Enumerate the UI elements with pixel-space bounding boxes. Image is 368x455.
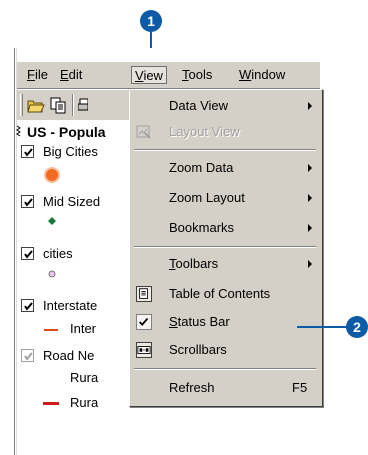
menu-item-label: Bookmarks bbox=[169, 220, 235, 235]
interstate-class-label: Inter bbox=[70, 319, 96, 339]
layer-name: Road Ne bbox=[43, 348, 95, 363]
submenu-arrow-icon bbox=[308, 164, 312, 172]
layer-visibility-checkbox[interactable] bbox=[21, 299, 34, 312]
layer-name: cities bbox=[43, 246, 73, 261]
menu-item-label: Status Bar bbox=[169, 310, 230, 334]
check-icon bbox=[24, 198, 33, 207]
open-folder-icon[interactable] bbox=[27, 96, 45, 114]
layer-interstate[interactable]: Interstate bbox=[43, 296, 97, 316]
menu-item-zoom-layout[interactable]: Zoom Layout bbox=[130, 186, 320, 210]
menu-file-mnemonic: F bbox=[27, 67, 35, 82]
layer-big-cities[interactable]: Big Cities bbox=[43, 142, 98, 162]
check-icon bbox=[24, 302, 33, 311]
menu-item-label: Toolbars bbox=[169, 252, 218, 276]
menu-view-label: iew bbox=[143, 68, 163, 83]
menu-item-toolbars[interactable]: Toolbars bbox=[130, 252, 320, 276]
layer-road-network[interactable]: Road Ne bbox=[43, 346, 94, 366]
menu-item-label-rest: tatus Bar bbox=[177, 314, 230, 329]
window-edge bbox=[14, 48, 15, 455]
layer-visibility-checkbox[interactable] bbox=[21, 145, 34, 158]
menu-edit-label: dit bbox=[68, 67, 83, 82]
print-icon[interactable] bbox=[78, 96, 88, 114]
submenu-arrow-icon bbox=[308, 260, 312, 268]
road-class-label: Rura bbox=[70, 368, 98, 388]
layer-mid-sized[interactable]: Mid Sized bbox=[43, 192, 100, 212]
check-icon bbox=[24, 250, 33, 259]
layer-visibility-checkbox[interactable] bbox=[21, 349, 34, 362]
menu-view[interactable]: View bbox=[131, 66, 167, 84]
layer-cities[interactable]: cities bbox=[43, 244, 73, 264]
menu-item-scrollbars[interactable]: Scrollbars bbox=[130, 338, 320, 362]
check-icon bbox=[24, 148, 33, 157]
menu-window[interactable]: Window bbox=[239, 66, 285, 84]
big-cities-symbol-icon bbox=[44, 167, 60, 183]
toolbar-separator bbox=[72, 94, 74, 116]
view-menu-dropdown: Data View Layout View Zoom Data Zoom Lay… bbox=[129, 89, 323, 407]
menu-item-label-rest: oolbars bbox=[175, 256, 219, 271]
class-label-text: Inter bbox=[70, 321, 97, 336]
layer-visibility-checkbox[interactable] bbox=[21, 195, 34, 208]
menu-edit[interactable]: Edit bbox=[60, 66, 82, 84]
menu-window-label: indow bbox=[251, 67, 286, 82]
mid-sized-symbol-icon bbox=[48, 217, 56, 225]
layer-name: Interstate bbox=[43, 298, 98, 313]
menu-item-layout-view[interactable]: Layout View bbox=[130, 120, 320, 144]
menu-item-label: Scrollbars bbox=[169, 342, 227, 357]
menu-item-label: Layout View bbox=[169, 124, 240, 139]
menu-edit-mnemonic: E bbox=[60, 67, 69, 82]
class-label-text: Rura bbox=[70, 395, 99, 410]
menu-window-mnemonic: W bbox=[239, 67, 252, 82]
menu-item-label: Zoom Layout bbox=[169, 190, 245, 205]
layout-view-icon bbox=[136, 125, 151, 139]
menu-tools-label: ools bbox=[188, 67, 213, 82]
submenu-arrow-icon bbox=[308, 224, 312, 232]
toolbar-grip[interactable] bbox=[20, 94, 23, 116]
menu-item-label: Table of Contents bbox=[169, 286, 271, 301]
menu-tools[interactable]: Tools bbox=[182, 66, 212, 84]
menu-file-label: ile bbox=[34, 67, 48, 82]
layer-visibility-checkbox[interactable] bbox=[21, 247, 34, 260]
menu-separator bbox=[134, 368, 316, 370]
copy-icon[interactable] bbox=[49, 96, 67, 114]
menu-bar: File Edit View Tools Window bbox=[17, 62, 320, 88]
menu-file[interactable]: File bbox=[27, 66, 48, 84]
interstate-line-symbol bbox=[44, 329, 58, 331]
menu-item-label: Zoom Data bbox=[169, 160, 234, 175]
check-icon bbox=[24, 352, 33, 361]
menu-item-mnemonic: S bbox=[169, 314, 178, 329]
menu-item-table-of-contents[interactable]: Table of Contents bbox=[130, 282, 320, 306]
menu-item-refresh[interactable]: Refresh F5 bbox=[130, 376, 320, 400]
layer-name: Mid Sized bbox=[43, 194, 101, 209]
road-class-label: Rura bbox=[70, 393, 98, 413]
class-label-text: Rura bbox=[70, 370, 99, 385]
callout-2-leader bbox=[297, 326, 349, 328]
menu-item-shortcut: F5 bbox=[292, 380, 308, 395]
menu-item-label: Data View bbox=[169, 98, 229, 113]
checkmark-icon bbox=[136, 314, 152, 330]
standard-toolbar bbox=[17, 90, 133, 120]
menu-item-status-bar[interactable]: Status Bar bbox=[130, 310, 320, 334]
menu-item-zoom-data[interactable]: Zoom Data bbox=[130, 156, 320, 180]
rural-line-symbol bbox=[43, 402, 59, 405]
menu-separator bbox=[134, 149, 316, 151]
submenu-arrow-icon bbox=[308, 102, 312, 110]
callout-2: 2 bbox=[346, 316, 368, 338]
scrollbars-icon bbox=[136, 342, 152, 358]
table-of-contents-panel: US - Popula Big Cities Mid Sized cities bbox=[16, 122, 147, 455]
callout-1: 1 bbox=[140, 10, 162, 32]
menu-item-data-view[interactable]: Data View bbox=[130, 94, 320, 118]
data-frame-name: US - Popula bbox=[27, 124, 106, 140]
cities-symbol-icon bbox=[48, 270, 56, 278]
layer-name: Big Cities bbox=[43, 144, 98, 159]
table-of-contents-icon bbox=[136, 286, 152, 302]
menu-separator bbox=[134, 246, 316, 248]
menu-item-bookmarks[interactable]: Bookmarks bbox=[130, 216, 320, 240]
menu-item-label: Refresh bbox=[169, 380, 215, 395]
submenu-arrow-icon bbox=[308, 194, 312, 202]
data-frame-icon bbox=[16, 125, 21, 137]
